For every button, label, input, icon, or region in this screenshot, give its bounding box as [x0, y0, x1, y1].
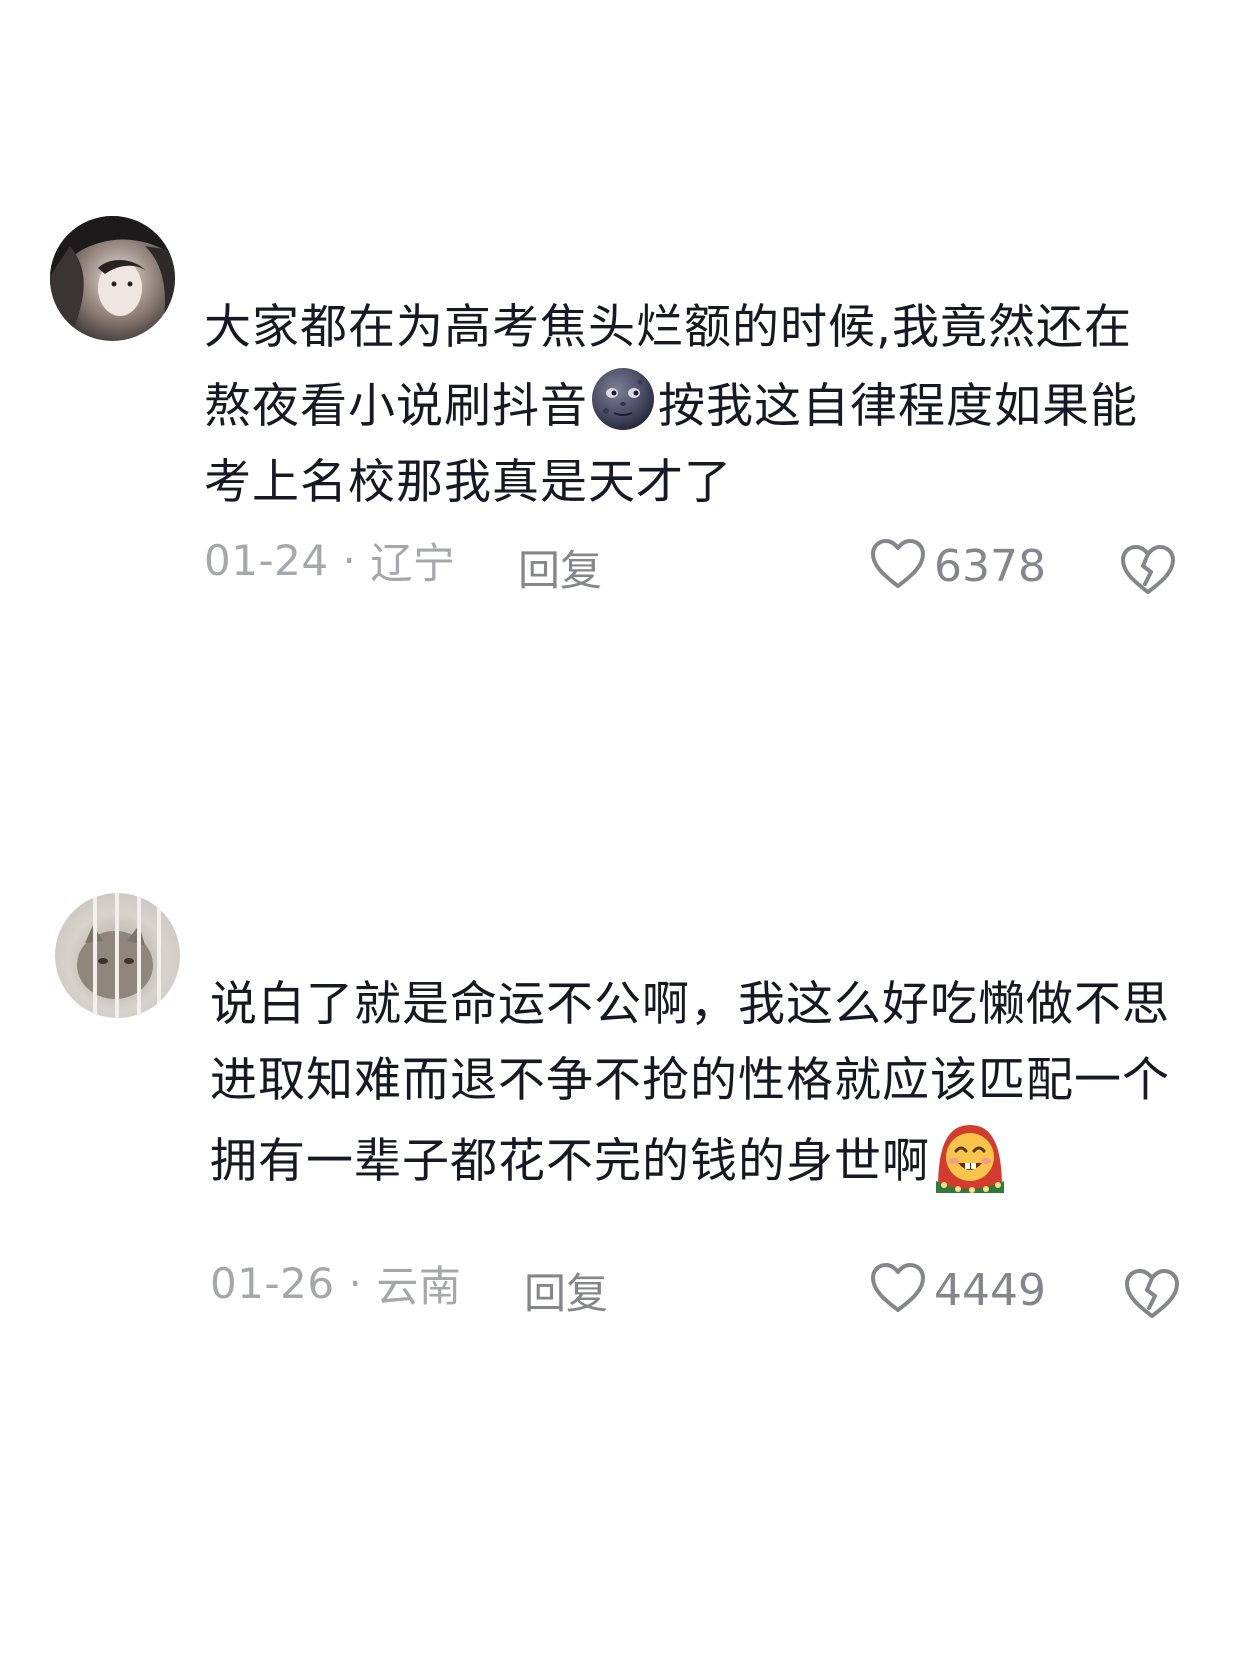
heart-icon	[870, 538, 926, 594]
moon-face-emoji-icon	[590, 366, 656, 432]
broken-heart-icon	[1124, 1269, 1180, 1324]
user-avatar[interactable]	[55, 893, 180, 1018]
user-avatar[interactable]	[50, 216, 175, 341]
dislike-button[interactable]	[1124, 1268, 1180, 1324]
comment-meta: 01-24 · 辽宁	[204, 530, 455, 590]
like-button[interactable]: 4449	[870, 1262, 1046, 1318]
comment-text: 大家都在为高考焦头烂额的时候,我竟然还在熬夜看小说刷抖音 按我这自律程度如果能考…	[204, 290, 1164, 521]
like-button[interactable]: 6378	[870, 538, 1046, 594]
comment-location: 辽宁	[370, 538, 456, 588]
comment-text: 说白了就是命运不公啊，我这么好吃懒做不思进取知难而退不争不抢的性格就应该匹配一个…	[210, 967, 1170, 1200]
comment-location: 云南	[376, 1261, 462, 1311]
broken-heart-icon	[1120, 545, 1176, 600]
comment-meta: 01-26 · 云南	[210, 1253, 461, 1313]
dislike-button[interactable]	[1120, 544, 1176, 600]
like-count: 4449	[934, 1264, 1046, 1316]
heart-icon	[870, 1262, 926, 1318]
reply-button[interactable]: 回复	[518, 537, 602, 598]
like-count: 6378	[934, 540, 1046, 592]
comment-text-part: 说白了就是命运不公啊，我这么好吃懒做不思进取知难而退不争不抢的性格就应该匹配一个…	[210, 977, 1170, 1189]
comment-date: 01-24	[204, 535, 329, 585]
meta-separator: ·	[348, 1258, 363, 1308]
meta-separator: ·	[342, 535, 357, 585]
comment-date: 01-26	[210, 1258, 335, 1308]
grin-flower-hood-emoji-icon	[932, 1119, 1008, 1195]
reply-button[interactable]: 回复	[524, 1260, 608, 1321]
